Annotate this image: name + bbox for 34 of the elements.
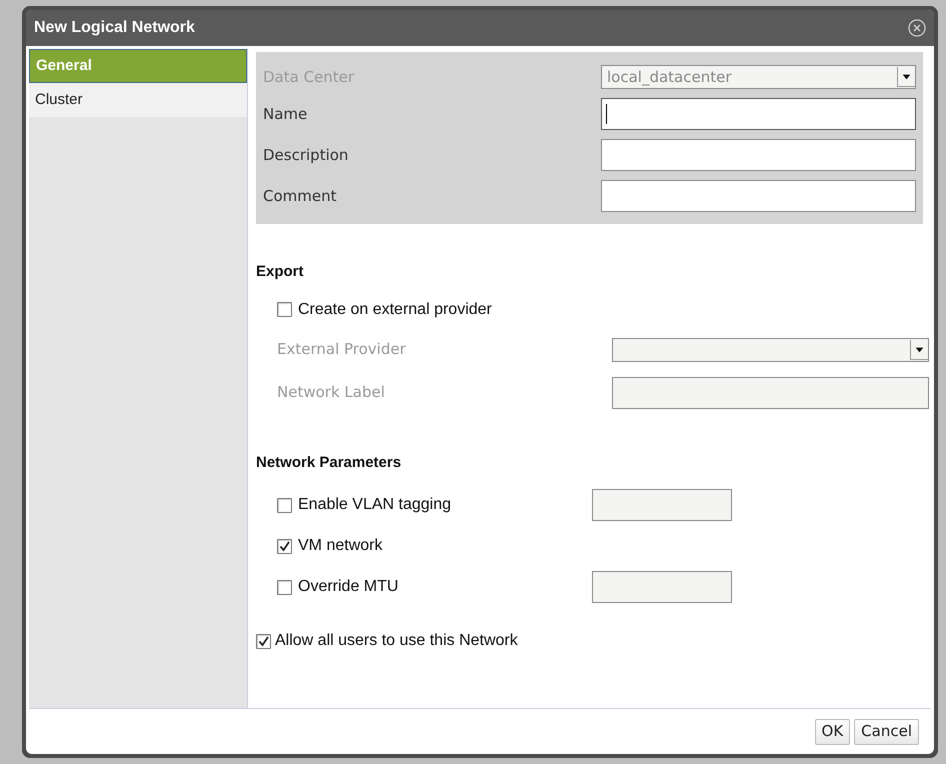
text-cursor: [606, 104, 607, 124]
section-heading: Export: [256, 262, 305, 282]
field-label: Network Label: [277, 382, 385, 404]
sidebar-item[interactable]: Cluster: [29, 83, 247, 117]
checkbox-label: Override MTU: [298, 577, 398, 597]
input-field[interactable]: [592, 571, 732, 603]
checkmark-icon: [279, 540, 290, 552]
field-label: Data Center: [263, 66, 354, 88]
checkbox[interactable]: [256, 634, 271, 648]
close-icon[interactable]: [908, 19, 926, 37]
checkbox[interactable]: [277, 302, 292, 317]
checkbox-label: VM network: [298, 536, 382, 556]
field-label: Description: [263, 144, 348, 166]
input-field[interactable]: [601, 180, 916, 212]
checkbox-label: Allow all users to use this Network: [275, 631, 518, 651]
input-field[interactable]: [601, 98, 916, 130]
checkbox[interactable]: [277, 580, 292, 594]
checkbox-label: Enable VLAN tagging: [298, 495, 451, 515]
input-field[interactable]: [592, 489, 732, 521]
dropdown-arrow-icon: [910, 340, 928, 360]
dialog-button[interactable]: OK: [814, 718, 850, 744]
field-label: Name: [263, 104, 308, 125]
dropdown-value: local_datacenter: [607, 66, 732, 88]
checkbox[interactable]: [277, 538, 292, 554]
checkbox[interactable]: [277, 498, 292, 512]
checkmark-icon: [258, 636, 269, 646]
input-field[interactable]: [601, 139, 916, 171]
checkbox-label: Create on external provider: [298, 300, 492, 320]
dialog-button[interactable]: Cancel: [854, 718, 919, 744]
section-heading: Network Parameters: [256, 452, 402, 472]
window-title: New Logical Network: [34, 18, 195, 38]
dropdown-arrow-icon: [897, 67, 915, 87]
field-label: Comment: [263, 186, 336, 207]
field-label: External Provider: [277, 339, 406, 360]
